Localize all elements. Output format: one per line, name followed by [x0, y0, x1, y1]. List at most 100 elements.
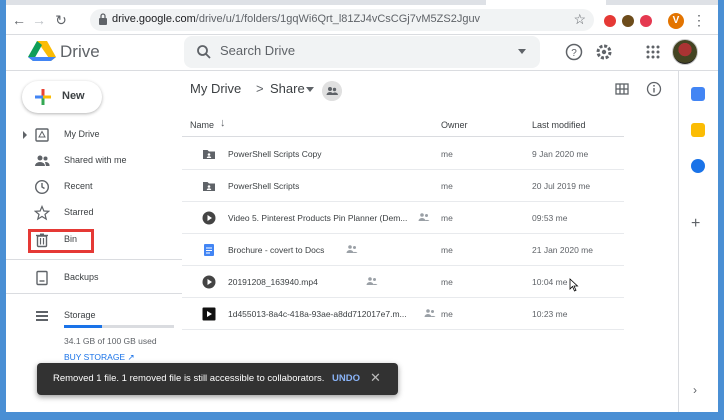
divider	[6, 293, 182, 294]
expand-arrow-icon[interactable]	[23, 131, 27, 139]
main-content: My Drive > Share Name ↓ Owner Last modif…	[182, 71, 678, 412]
lock-icon	[98, 13, 108, 25]
sidebar-item-backups[interactable]: Backups	[6, 266, 182, 290]
reload-icon[interactable]: ↻	[52, 11, 70, 29]
app-name: Drive	[60, 42, 100, 62]
snackbar: Removed 1 file. 1 removed file is still …	[37, 363, 398, 395]
table-row[interactable]: PowerShell Scriptsme20 Jul 2019 me	[182, 170, 624, 202]
breadcrumb-my-drive[interactable]: My Drive	[190, 81, 241, 96]
new-button[interactable]: New	[22, 81, 102, 113]
undo-button[interactable]: UNDO	[332, 373, 360, 384]
buy-storage-link[interactable]: BUY STORAGE ↗	[64, 352, 135, 363]
breadcrumb-separator: >	[256, 81, 264, 96]
sidebar-item-label: Shared with me	[64, 155, 127, 165]
grid-view-icon[interactable]	[614, 81, 630, 97]
sidebar-item-shared-with-me[interactable]: Shared with me	[6, 149, 182, 173]
browser-profile-avatar[interactable]: V	[668, 13, 684, 29]
file-owner: me	[441, 277, 453, 287]
info-icon[interactable]	[646, 81, 662, 97]
omnibox[interactable]: drive.google.com/drive/u/1/folders/1gqWi…	[90, 9, 594, 31]
video-file-icon	[202, 275, 216, 289]
file-last-modified: 10:04 me	[532, 277, 567, 287]
buy-storage-label: BUY STORAGE	[64, 352, 125, 362]
sidebar-item-label: Storage	[64, 310, 96, 320]
file-name: PowerShell Scripts Copy	[228, 149, 322, 159]
table-row[interactable]: 20191208_163940.mp4 me 10:04 me	[182, 266, 624, 298]
table-row[interactable]: 1d455013-8a4c-418a-93ae-a8dd712017e7.m..…	[182, 298, 624, 330]
google-docs-icon	[202, 243, 216, 257]
file-owner: me	[441, 149, 453, 159]
video-file-icon	[202, 307, 216, 321]
bookmark-star-icon[interactable]: ☆	[573, 11, 586, 28]
folder-menu-caret-icon[interactable]	[306, 87, 314, 92]
address-bar-row: ← → ↻ drive.google.com/drive/u/1/folders…	[6, 5, 718, 35]
divider	[6, 259, 182, 260]
drive-header: Drive ?	[6, 35, 718, 71]
shared-people-icon	[418, 212, 430, 222]
video-file-icon	[202, 211, 216, 225]
column-header-last-modified[interactable]: Last modified	[532, 120, 586, 130]
mouse-cursor-icon	[569, 278, 579, 292]
url-text: drive.google.com/drive/u/1/folders/1gqWi…	[112, 13, 480, 25]
search-options-icon[interactable]	[518, 49, 526, 54]
shared-people-icon	[424, 308, 436, 318]
sidebar-item-my-drive[interactable]: My Drive	[6, 123, 182, 147]
file-last-modified: 21 Jan 2020 me	[532, 245, 593, 255]
close-icon[interactable]: ✕	[370, 370, 381, 386]
people-icon	[34, 153, 50, 169]
search-input[interactable]	[220, 43, 500, 58]
table-row[interactable]: PowerShell Scripts Copy me 9 Jan 2020 me	[182, 138, 624, 170]
file-name: PowerShell Scripts	[228, 181, 299, 191]
breadcrumb-current-folder[interactable]: Share	[270, 81, 305, 96]
table-row[interactable]: Video 5. Pinterest Products Pin Planner …	[182, 202, 624, 234]
snackbar-message: Removed 1 file. 1 removed file is still …	[53, 373, 324, 384]
sort-arrow-icon[interactable]: ↓	[220, 117, 226, 129]
sidebar-item-label: Backups	[64, 272, 99, 282]
sidebar-item-starred[interactable]: Starred	[6, 201, 182, 225]
search-icon	[196, 44, 212, 60]
column-header-name[interactable]: Name	[190, 120, 214, 130]
shared-people-icon	[346, 244, 358, 254]
shared-people-icon	[366, 276, 378, 286]
tasks-icon[interactable]	[691, 159, 705, 173]
calendar-icon[interactable]	[691, 87, 705, 101]
drive-logo-icon	[28, 39, 56, 63]
keep-icon[interactable]	[691, 123, 705, 137]
sidebar-item-recent[interactable]: Recent	[6, 175, 182, 199]
apps-grid-icon[interactable]	[644, 43, 662, 61]
file-name: 20191208_163940.mp4	[228, 277, 318, 287]
plus-icon	[34, 88, 52, 106]
file-last-modified: 10:23 me	[532, 309, 567, 319]
sidebar-item-label: My Drive	[64, 129, 100, 139]
extension-icon[interactable]	[640, 15, 652, 27]
settings-gear-icon[interactable]	[595, 43, 613, 61]
browser-menu-icon[interactable]: ⋮	[692, 12, 706, 29]
storage-icon	[34, 308, 50, 324]
sidebar-item-label: Starred	[64, 207, 94, 217]
add-addon-icon[interactable]: +	[691, 215, 700, 233]
side-panel: + ›	[678, 71, 718, 412]
my-drive-icon	[34, 127, 50, 143]
table-row[interactable]: Brochure - covert to Docsme21 Jan 2020 m…	[182, 234, 624, 266]
storage-bar-fill	[64, 325, 102, 328]
svg-text:?: ?	[571, 48, 577, 59]
forward-icon[interactable]: →	[30, 11, 48, 29]
file-name: 1d455013-8a4c-418a-93ae-a8dd712017e7.m..…	[228, 309, 407, 319]
browser-window: ← → ↻ drive.google.com/drive/u/1/folders…	[6, 0, 718, 412]
backup-icon	[34, 270, 50, 286]
account-avatar[interactable]	[672, 39, 698, 65]
sidebar-item-label: Recent	[64, 181, 93, 191]
help-icon[interactable]: ?	[565, 43, 583, 61]
bin-highlight-box	[28, 229, 94, 253]
file-last-modified: 9 Jan 2020 me	[532, 149, 588, 159]
search-box[interactable]	[184, 36, 540, 68]
extension-icon[interactable]	[622, 15, 634, 27]
column-header-owner: Owner	[441, 120, 468, 130]
sidebar: New My Drive Shared with me Recent Starr…	[6, 71, 182, 412]
shared-folder-people-icon	[322, 81, 342, 101]
back-icon[interactable]: ←	[10, 11, 28, 29]
file-owner: me	[441, 181, 453, 191]
extension-icon[interactable]	[604, 15, 616, 27]
expand-panel-icon[interactable]: ›	[693, 383, 697, 397]
shared-folder-icon	[202, 179, 216, 193]
